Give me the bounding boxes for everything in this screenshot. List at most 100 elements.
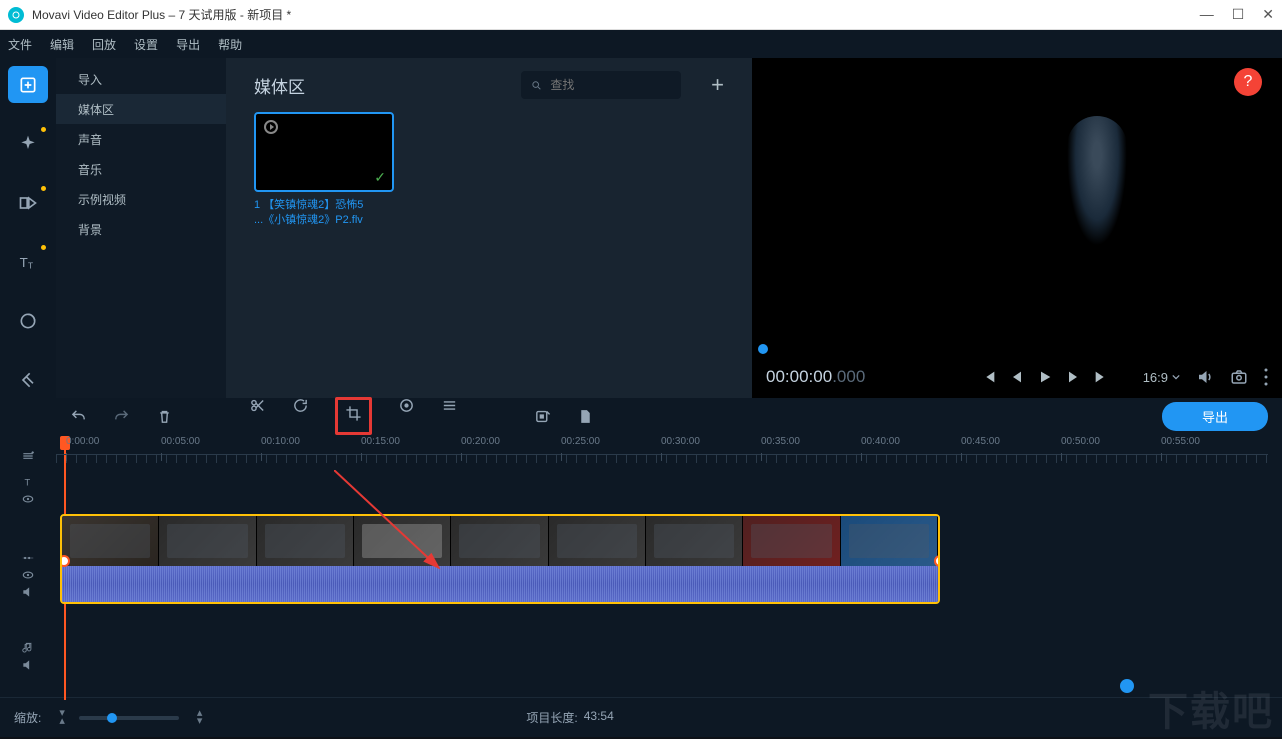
timeline-track-headers: T: [0, 434, 56, 697]
help-button[interactable]: ?: [1234, 68, 1262, 96]
svg-text:T: T: [25, 477, 31, 487]
play-icon[interactable]: [1037, 369, 1053, 385]
media-item[interactable]: ✓ 1 【笑镇惊魂2】恐怖5 ...《小镇惊魂2》P2.flv: [254, 112, 394, 229]
undo-icon[interactable]: [70, 408, 87, 425]
menu-help[interactable]: 帮助: [218, 36, 242, 53]
ruler-tick: 00:55:00: [1161, 436, 1200, 447]
ruler-tick: 00:15:00: [361, 436, 400, 447]
snapshot-icon[interactable]: [1230, 368, 1248, 386]
audio-track-icon: [21, 641, 35, 655]
tool-more[interactable]: [8, 361, 48, 398]
marker-icon[interactable]: [577, 408, 594, 425]
app-logo-icon: [8, 7, 24, 23]
visibility-icon[interactable]: [21, 492, 35, 506]
timeline-scroll-knob[interactable]: [1120, 679, 1134, 693]
zoom-slider[interactable]: [79, 716, 179, 720]
more-icon[interactable]: [1264, 368, 1268, 386]
timeline-ruler[interactable]: 0:00:00 00:05:00 00:10:00 00:15:00 00:20…: [56, 436, 1282, 466]
preview-timecode: 00:00:00.000: [766, 367, 865, 387]
sidebar-item-sample[interactable]: 示例视频: [56, 184, 226, 214]
visibility-icon[interactable]: [21, 568, 35, 582]
timeline-toolbar: 导出: [0, 398, 1282, 434]
clip-trim-handle-left[interactable]: [60, 516, 66, 604]
tool-titles[interactable]: TT: [8, 243, 48, 280]
timeline-area: T 0:00:00 00:05:00 00:10:00 00:15:00 00:…: [0, 434, 1282, 697]
add-media-button[interactable]: +: [711, 72, 724, 98]
maximize-button[interactable]: ☐: [1232, 6, 1245, 23]
svg-text:T: T: [20, 255, 28, 270]
ruler-tick: 00:35:00: [761, 436, 800, 447]
sidebar-item-bg[interactable]: 背景: [56, 214, 226, 244]
preview-video: [752, 58, 1282, 344]
search-input[interactable]: [550, 78, 671, 92]
tool-transitions[interactable]: [8, 184, 48, 221]
project-length-label: 项目长度:: [526, 709, 577, 726]
zoom-label: 缩放:: [14, 709, 41, 726]
zoom-slider-knob[interactable]: [107, 713, 117, 723]
redo-icon[interactable]: [113, 408, 130, 425]
rotate-icon[interactable]: [292, 397, 309, 414]
crop-icon[interactable]: [345, 405, 362, 422]
ruler-tick: 00:25:00: [561, 436, 600, 447]
track-header-audio: [21, 636, 35, 676]
search-box[interactable]: [521, 71, 681, 99]
preview-scrubber[interactable]: [752, 344, 1282, 356]
record-icon[interactable]: [534, 408, 551, 425]
ruler-tick: 00:40:00: [861, 436, 900, 447]
media-panel-title: 媒体区: [254, 73, 305, 98]
ruler-tick: 00:20:00: [461, 436, 500, 447]
color-adjust-icon[interactable]: [398, 397, 415, 414]
sidebar-item-import[interactable]: 导入: [56, 64, 226, 94]
ruler-tick: 00:30:00: [661, 436, 700, 447]
media-item-name-line1: 1 【笑镇惊魂2】恐怖5: [254, 198, 394, 213]
ruler-tick: 0:00:00: [66, 436, 99, 447]
menu-play[interactable]: 回放: [92, 36, 116, 53]
clip-trim-handle-right[interactable]: [934, 516, 940, 604]
sidebar-item-sound[interactable]: 声音: [56, 124, 226, 154]
audio-waveform: [62, 566, 938, 602]
prev-clip-icon[interactable]: [981, 369, 997, 385]
mute-icon[interactable]: [21, 585, 35, 599]
sidebar-item-music[interactable]: 音乐: [56, 154, 226, 184]
export-button[interactable]: 导出: [1162, 402, 1268, 431]
menu-edit[interactable]: 编辑: [50, 36, 74, 53]
scrubber-handle[interactable]: [758, 344, 768, 354]
next-clip-icon[interactable]: [1093, 369, 1109, 385]
next-frame-icon[interactable]: [1065, 369, 1081, 385]
aspect-ratio-selector[interactable]: 16:9: [1143, 370, 1180, 385]
menu-export[interactable]: 导出: [176, 36, 200, 53]
title-track-icon: T: [21, 475, 35, 489]
video-track-icon: [21, 551, 35, 565]
volume-icon[interactable]: [1196, 368, 1214, 386]
tool-stickers[interactable]: [8, 302, 48, 339]
tool-filters[interactable]: [8, 125, 48, 162]
add-track-icon[interactable]: [21, 449, 35, 463]
split-icon[interactable]: [249, 397, 266, 414]
prev-frame-icon[interactable]: [1009, 369, 1025, 385]
sidebar-item-media[interactable]: 媒体区: [56, 94, 226, 124]
ruler-tick: 00:50:00: [1061, 436, 1100, 447]
mute-icon[interactable]: [21, 658, 35, 672]
media-panel: 媒体区 + ✓ 1 【笑镇惊魂2】恐怖5 ...《小镇惊魂2》P2.flv: [226, 58, 752, 398]
svg-text:T: T: [28, 260, 33, 270]
bottom-bar: 缩放: ▾▴ ▴▾ 项目长度: 43:54: [0, 697, 1282, 737]
delete-icon[interactable]: [156, 408, 173, 425]
ruler-tick: 00:10:00: [261, 436, 300, 447]
tool-import[interactable]: [8, 66, 48, 103]
search-icon: [531, 79, 542, 92]
clip-properties-icon[interactable]: [441, 397, 458, 414]
timeline-main[interactable]: 0:00:00 00:05:00 00:10:00 00:15:00 00:20…: [56, 434, 1282, 697]
track-header-title: T: [21, 470, 35, 510]
close-button[interactable]: ✕: [1262, 6, 1274, 23]
window-title: Movavi Video Editor Plus – 7 天试用版 - 新项目 …: [32, 6, 1200, 23]
crop-button-highlight: [335, 397, 372, 435]
menu-file[interactable]: 文件: [8, 36, 32, 53]
zoom-out-button[interactable]: ▾▴: [59, 710, 65, 725]
left-tool-strip: TT: [0, 58, 56, 398]
zoom-in-button[interactable]: ▴▾: [197, 710, 203, 725]
minimize-button[interactable]: —: [1200, 6, 1214, 23]
video-track-clip[interactable]: [60, 514, 940, 604]
menu-settings[interactable]: 设置: [134, 36, 158, 53]
media-item-name-line2: ...《小镇惊魂2》P2.flv: [254, 213, 394, 228]
project-length-value: 43:54: [584, 709, 614, 726]
